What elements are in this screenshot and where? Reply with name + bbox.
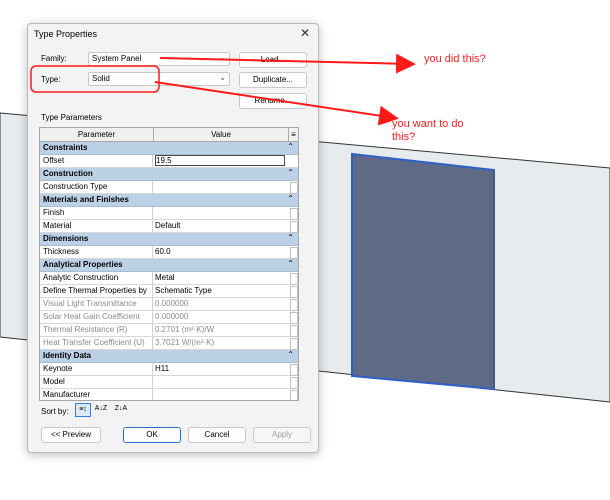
- highlight-type-box: [30, 65, 160, 93]
- arrow-to-load: [159, 53, 416, 74]
- arrow-to-duplicate: [154, 81, 399, 126]
- annotation-note-3: this?: [392, 131, 416, 143]
- annotation-overlay: [30, 53, 416, 126]
- annotation-note-2: you want to do: [392, 118, 464, 130]
- annotation-note-1: you did this?: [424, 53, 486, 65]
